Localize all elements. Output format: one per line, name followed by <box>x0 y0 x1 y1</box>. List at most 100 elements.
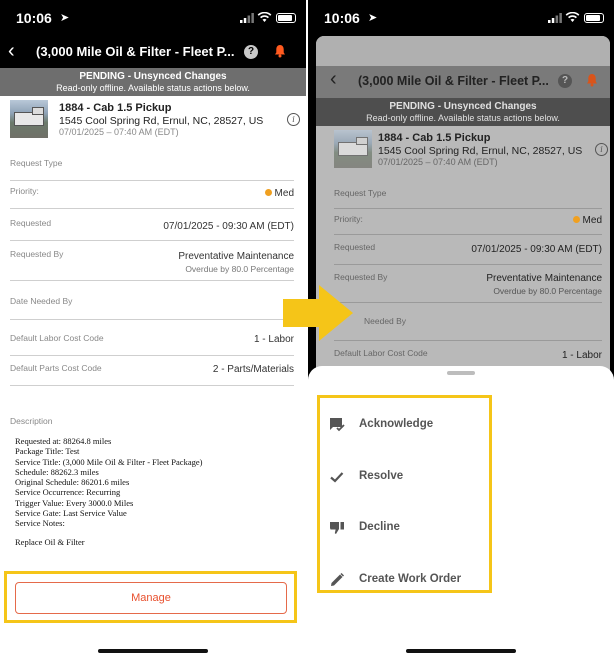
priority-text: Med <box>582 215 602 226</box>
field-subvalue: Overdue by 80.0 Percentage <box>185 264 294 274</box>
field-date-needed-by: Needed By <box>334 314 602 341</box>
field-value: 1 - Labor <box>561 350 602 361</box>
description-line: Original Schedule: 86201.6 miles <box>15 477 130 488</box>
field-label: Request Type <box>334 188 387 198</box>
description-line: Package Title: Test <box>15 446 80 457</box>
field-priority: Priority: Med <box>334 214 602 235</box>
truck-cab <box>32 107 44 115</box>
sheet-drag-handle[interactable] <box>447 371 475 375</box>
field-label: Date Needed By <box>10 296 73 306</box>
banner-title: PENDING - Unsynced Changes <box>389 101 537 112</box>
status-actions-sheet: Acknowledge Resolve Decline Create Work … <box>308 366 614 661</box>
description-line: Trigger Value: Every 3000.0 Miles <box>15 497 134 508</box>
top-navigation-bar: ‹ (3,000 Mile Oil & Filter - Fleet P... … <box>316 66 610 98</box>
asset-address: 1545 Cool Spring Rd, Ernul, NC, 28527, U… <box>378 145 583 157</box>
sheet-top-strip <box>316 36 610 66</box>
asset-name: 1884 - Cab 1.5 Pickup <box>378 132 491 144</box>
pending-status-banner: PENDING - Unsynced Changes Read-only off… <box>316 98 610 126</box>
field-date-needed-by[interactable]: Date Needed By <box>10 296 294 320</box>
banner-title: PENDING - Unsynced Changes <box>79 71 227 82</box>
question-icon: ? <box>558 74 572 88</box>
status-bar: 10:06 ➤ <box>0 0 306 38</box>
info-icon[interactable]: i <box>287 113 300 126</box>
manage-button[interactable]: Manage <box>15 582 287 614</box>
field-request-type: Request Type <box>334 188 602 209</box>
asset-address: 1545 Cool Spring Rd, Ernul, NC, 28527, U… <box>59 115 264 127</box>
field-value: Preventative Maintenance <box>178 251 294 262</box>
status-bar: 10:06 ➤ <box>308 0 614 38</box>
truck-cab <box>356 137 368 145</box>
location-arrow-icon: ➤ <box>368 12 378 24</box>
field-parts-cost-code[interactable]: Default Parts Cost Code 2 - Parts/Materi… <box>10 363 294 386</box>
field-value: 2 - Parts/Materials <box>212 364 294 375</box>
description-line: Service Occurrence: Recurring <box>15 487 121 498</box>
action-acknowledge[interactable]: Acknowledge <box>328 412 478 438</box>
signal-icon <box>240 13 254 23</box>
action-resolve[interactable]: Resolve <box>328 464 478 490</box>
transition-arrow-icon <box>283 285 353 341</box>
action-label: Acknowledge <box>359 418 434 430</box>
bell-icon[interactable] <box>274 44 286 58</box>
field-labor-cost-code[interactable]: Default Labor Cost Code 1 - Labor <box>10 333 294 356</box>
left-phone-screen: 10:06 ➤ ‹ (3,000 Mile Oil & Filter - Fle… <box>0 0 306 661</box>
battery-icon <box>584 13 604 23</box>
pencil-icon <box>331 572 345 586</box>
banner-subtitle: Read-only offline. Available status acti… <box>366 113 560 123</box>
field-request-type: Request Type <box>10 158 294 181</box>
asset-name: 1884 - Cab 1.5 Pickup <box>59 102 172 114</box>
action-decline[interactable]: Decline <box>328 515 478 541</box>
pending-status-banner: PENDING - Unsynced Changes Read-only off… <box>0 68 306 96</box>
field-label: Priority: <box>10 186 39 196</box>
description-label: Description <box>10 416 53 426</box>
battery-icon <box>276 13 296 23</box>
home-indicator <box>98 649 208 653</box>
field-label: Requested By <box>10 249 64 259</box>
location-arrow-icon: ➤ <box>60 12 70 24</box>
signal-icon <box>548 13 562 23</box>
field-label: Default Parts Cost Code <box>10 363 102 373</box>
asset-summary[interactable]: 1884 - Cab 1.5 Pickup 1545 Cool Spring R… <box>0 98 306 143</box>
asset-thumbnail <box>334 130 372 168</box>
description-line: Service Gate: Last Service Value <box>15 508 127 519</box>
field-priority: Priority: Med <box>10 186 294 209</box>
chevron-left-icon[interactable]: ‹ <box>8 40 15 63</box>
field-label: Priority: <box>334 214 363 224</box>
bell-icon <box>587 74 597 87</box>
info-icon: i <box>595 143 608 156</box>
asset-date: 07/01/2025 – 07:40 AM (EDT) <box>59 127 179 137</box>
banner-subtitle: Read-only offline. Available status acti… <box>56 83 250 93</box>
description-gap <box>15 529 202 537</box>
thumbs-down-icon <box>330 522 344 534</box>
field-requested-by: Requested By Preventative Maintenance Ov… <box>334 272 602 303</box>
page-title: (3,000 Mile Oil & Filter - Fleet P... <box>36 44 235 59</box>
priority-dot-icon <box>264 188 272 196</box>
description-line: Service Title: (3,000 Mile Oil & Filter … <box>15 456 203 467</box>
page-title: (3,000 Mile Oil & Filter - Fleet P... <box>358 74 549 88</box>
field-requested-by: Requested By Preventative Maintenance Ov… <box>10 249 294 281</box>
status-time: 10:06 <box>324 10 360 26</box>
action-create-work-order[interactable]: Create Work Order <box>328 567 478 593</box>
field-label: Requested <box>334 242 376 252</box>
field-label: Requested <box>10 218 52 228</box>
field-label: Default Labor Cost Code <box>334 348 428 358</box>
acknowledge-icon <box>330 418 345 432</box>
manage-highlight: Manage <box>4 571 297 623</box>
field-label: Needed By <box>364 316 407 326</box>
field-label: Requested By <box>334 272 388 282</box>
field-label: Request Type <box>10 158 63 168</box>
description-line: Schedule: 88262.3 miles <box>15 466 99 477</box>
right-phone-screen: 10:06 ➤ ‹ (3,000 Mile Oil & Filter - Fle… <box>308 0 614 661</box>
asset-summary: 1884 - Cab 1.5 Pickup 1545 Cool Spring R… <box>316 128 610 173</box>
priority-text: Med <box>274 188 294 199</box>
description-line: Requested at: 88264.8 miles <box>15 436 112 446</box>
question-icon[interactable]: ? <box>244 45 258 59</box>
action-label: Decline <box>359 521 400 533</box>
field-label: Default Labor Cost Code <box>10 333 104 343</box>
description-body: Requested at: 88264.8 miles Package Titl… <box>15 436 202 547</box>
field-requested: Requested 07/01/2025 - 09:30 AM (EDT) <box>10 218 294 241</box>
priority-value: Med <box>264 188 294 199</box>
status-time: 10:06 <box>16 10 52 26</box>
asset-thumbnail <box>10 100 48 138</box>
description-note: Replace Oil & Filter <box>15 536 85 547</box>
wifi-icon <box>565 12 580 22</box>
